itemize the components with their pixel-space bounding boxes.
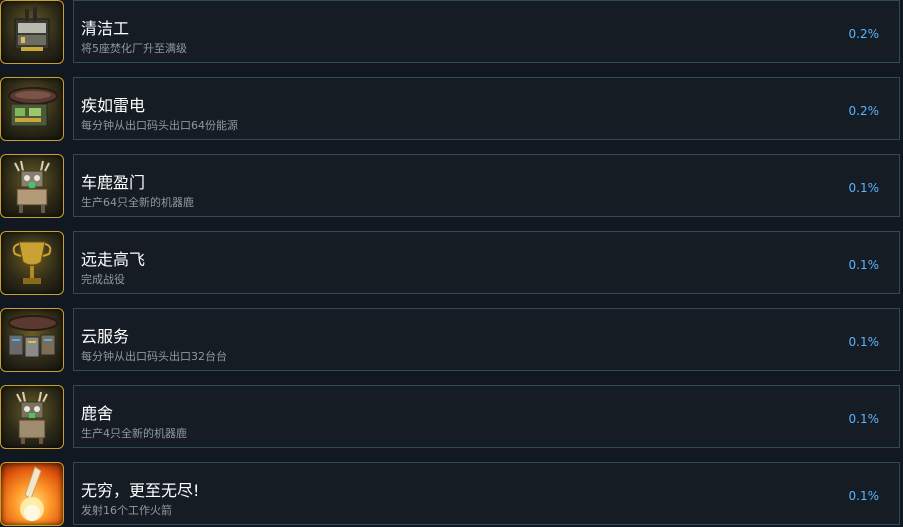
achievement-panel: 云服务 每分钟从出口码头出口32台台 0.1%	[73, 308, 900, 371]
rocket-launch-icon	[0, 462, 64, 526]
dock-energy-icon	[0, 77, 64, 141]
achievement-title: 云服务	[81, 327, 130, 346]
achievement-panel: 远走高飞 完成战役 0.1%	[73, 231, 900, 294]
unlock-percentage: 0.1%	[848, 489, 880, 503]
achievement-description: 生产4只全新的机器鹿	[81, 427, 187, 440]
achievement-title: 远走高飞	[81, 250, 146, 269]
achievement-panel: 清洁工 将5座焚化厂升至满级 0.2%	[73, 0, 900, 63]
achievement-row[interactable]: 鹿舍 生产4只全新的机器鹿 0.1%	[0, 385, 903, 451]
achievement-description: 每分钟从出口码头出口32台台	[81, 350, 227, 363]
unlock-percentage: 0.2%	[848, 104, 880, 118]
unlock-percentage: 0.2%	[848, 27, 880, 41]
achievement-description: 将5座焚化厂升至满级	[81, 42, 187, 55]
achievement-list: 清洁工 将5座焚化厂升至满级 0.2% 疾如雷电 每分钟从出口码头出口64份能源…	[0, 0, 903, 527]
achievement-title: 车鹿盈门	[81, 173, 146, 192]
achievement-title: 鹿舍	[81, 404, 114, 423]
achievement-panel: 无穷，更至无尽! 发射16个工作火箭 0.1%	[73, 462, 900, 525]
achievement-description: 发射16个工作火箭	[81, 504, 172, 517]
incinerator-icon	[0, 0, 64, 64]
achievement-description: 每分钟从出口码头出口64份能源	[81, 119, 238, 132]
achievement-row[interactable]: 云服务 每分钟从出口码头出口32台台 0.1%	[0, 308, 903, 374]
achievement-row[interactable]: 车鹿盈门 生产64只全新的机器鹿 0.1%	[0, 154, 903, 220]
dock-servers-icon	[0, 308, 64, 372]
achievement-description: 完成战役	[81, 273, 125, 286]
achievement-row[interactable]: 清洁工 将5座焚化厂升至满级 0.2%	[0, 0, 903, 66]
achievement-panel: 车鹿盈门 生产64只全新的机器鹿 0.1%	[73, 154, 900, 217]
achievement-row[interactable]: 无穷，更至无尽! 发射16个工作火箭 0.1%	[0, 462, 903, 527]
unlock-percentage: 0.1%	[848, 258, 880, 272]
achievement-row[interactable]: 远走高飞 完成战役 0.1%	[0, 231, 903, 297]
achievement-title: 清洁工	[81, 19, 130, 38]
achievement-row[interactable]: 疾如雷电 每分钟从出口码头出口64份能源 0.2%	[0, 77, 903, 143]
robot-deer-icon	[0, 385, 64, 449]
unlock-percentage: 0.1%	[848, 335, 880, 349]
trophy-icon	[0, 231, 64, 295]
unlock-percentage: 0.1%	[848, 181, 880, 195]
unlock-percentage: 0.1%	[848, 412, 880, 426]
achievement-title: 疾如雷电	[81, 96, 146, 115]
achievement-title: 无穷，更至无尽!	[81, 481, 200, 500]
achievement-panel: 鹿舍 生产4只全新的机器鹿 0.1%	[73, 385, 900, 448]
achievement-description: 生产64只全新的机器鹿	[81, 196, 194, 209]
robot-deer-icon	[0, 154, 64, 218]
achievement-panel: 疾如雷电 每分钟从出口码头出口64份能源 0.2%	[73, 77, 900, 140]
